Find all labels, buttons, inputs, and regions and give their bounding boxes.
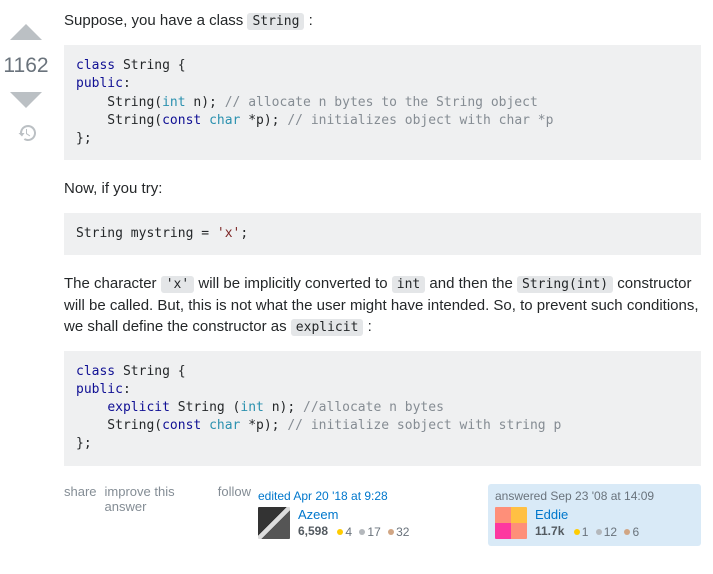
user-rep: 11.7k 1 12 6 <box>535 524 639 539</box>
post-actions: share improve this answer follow <box>64 484 251 514</box>
bronze-badge-icon <box>624 529 630 535</box>
para-3: The character 'x' will be implicitly con… <box>64 273 701 336</box>
code-block-1: class String { public: String(int n); //… <box>64 45 701 160</box>
vote-count: 1162 <box>3 54 48 78</box>
inline-code: int <box>392 276 425 293</box>
author-card: answered Sep 23 '08 at 14:09 Eddie 11.7k… <box>488 484 701 546</box>
bronze-badge-icon <box>388 529 394 535</box>
user-link[interactable]: Eddie <box>535 507 568 522</box>
inline-code: 'x' <box>161 276 194 293</box>
downvote-icon[interactable] <box>8 82 44 118</box>
gold-badge-icon <box>574 529 580 535</box>
para-2: Now, if you try: <box>64 178 701 199</box>
history-icon[interactable] <box>17 124 36 142</box>
code-block-3: class String { public: explicit String (… <box>64 351 701 466</box>
gold-badge-icon <box>337 529 343 535</box>
inline-code: String <box>247 13 304 30</box>
follow-link[interactable]: follow <box>218 484 251 514</box>
inline-code: String(int) <box>517 276 613 293</box>
avatar[interactable] <box>258 507 290 539</box>
action-label: answered <box>495 489 547 503</box>
silver-badge-icon <box>359 529 365 535</box>
improve-link[interactable]: improve this answer <box>105 484 210 514</box>
inline-code: explicit <box>291 319 364 336</box>
share-link[interactable]: share <box>64 484 97 514</box>
action-label: edited <box>258 489 291 503</box>
user-rep: 6,598 4 17 32 <box>298 524 409 539</box>
upvote-icon[interactable] <box>8 14 44 50</box>
editor-card: edited Apr 20 '18 at 9:28 Azeem 6,598 4 … <box>251 484 464 546</box>
silver-badge-icon <box>596 529 602 535</box>
code-block-2: String mystring = 'x'; <box>64 213 701 255</box>
edit-history-link[interactable]: edited Apr 20 '18 at 9:28 <box>258 489 388 503</box>
intro-para: Suppose, you have a class String : <box>64 10 701 31</box>
user-link[interactable]: Azeem <box>298 507 338 522</box>
avatar[interactable] <box>495 507 527 539</box>
